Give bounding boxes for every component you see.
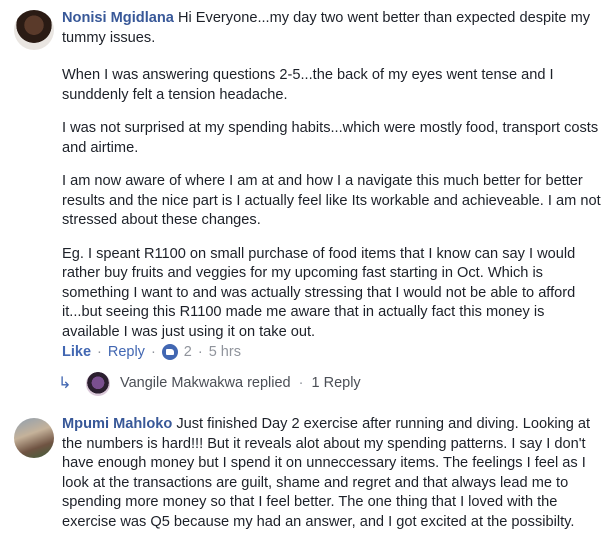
reply-arrow-icon: ↳ — [58, 375, 72, 392]
comment-text-block: Mpumi Mahloko Just finished Day 2 exerci… — [62, 415, 602, 532]
comment-body: Mpumi Mahloko Just finished Day 2 exerci… — [62, 415, 602, 532]
comment-paragraph: Eg. I speant R1100 on small purchase of … — [62, 245, 576, 340]
comment-paragraph: When I was answering questions 2-5...the… — [62, 67, 554, 103]
separator-dot: · — [197, 344, 203, 360]
comment-text: Just finished Day 2 exercise after runni… — [62, 416, 591, 530]
reply-summary[interactable]: ↳ — [58, 373, 78, 393]
comment-lead: Nonisi Mgidlana Hi Everyone...my day two… — [62, 9, 602, 48]
reaction-count[interactable]: 2 — [184, 344, 192, 360]
separator-dot: · — [150, 344, 156, 360]
avatar[interactable] — [14, 10, 54, 50]
comment-paragraph: I was not surprised at my spending habit… — [62, 120, 599, 156]
separator-dot: · — [298, 375, 304, 391]
separator-dot: · — [97, 344, 102, 360]
reply-summary-text[interactable]: Vangile Makwakwa replied — [120, 375, 291, 391]
author-name[interactable]: Mpumi Mahloko — [62, 416, 172, 432]
reply-count-link[interactable]: 1 Reply — [312, 375, 361, 391]
thumbs-up-icon[interactable] — [161, 344, 178, 360]
comment-paragraph: I am now aware of where I am at and how … — [62, 173, 601, 228]
timestamp[interactable]: 5 hrs — [209, 344, 241, 360]
avatar[interactable] — [14, 418, 54, 458]
reply-summary-text-row[interactable]: Vangile Makwakwa replied · 1 Reply — [120, 375, 361, 391]
like-button[interactable]: Like — [62, 344, 91, 360]
comment-actions: Like · Reply · 2 · 5 hrs — [62, 344, 241, 360]
replier-avatar[interactable] — [86, 372, 110, 396]
comment-body: Nonisi Mgidlana Hi Everyone...my day two… — [62, 9, 602, 342]
reply-button[interactable]: Reply — [108, 344, 145, 360]
author-name[interactable]: Nonisi Mgidlana — [62, 10, 174, 26]
